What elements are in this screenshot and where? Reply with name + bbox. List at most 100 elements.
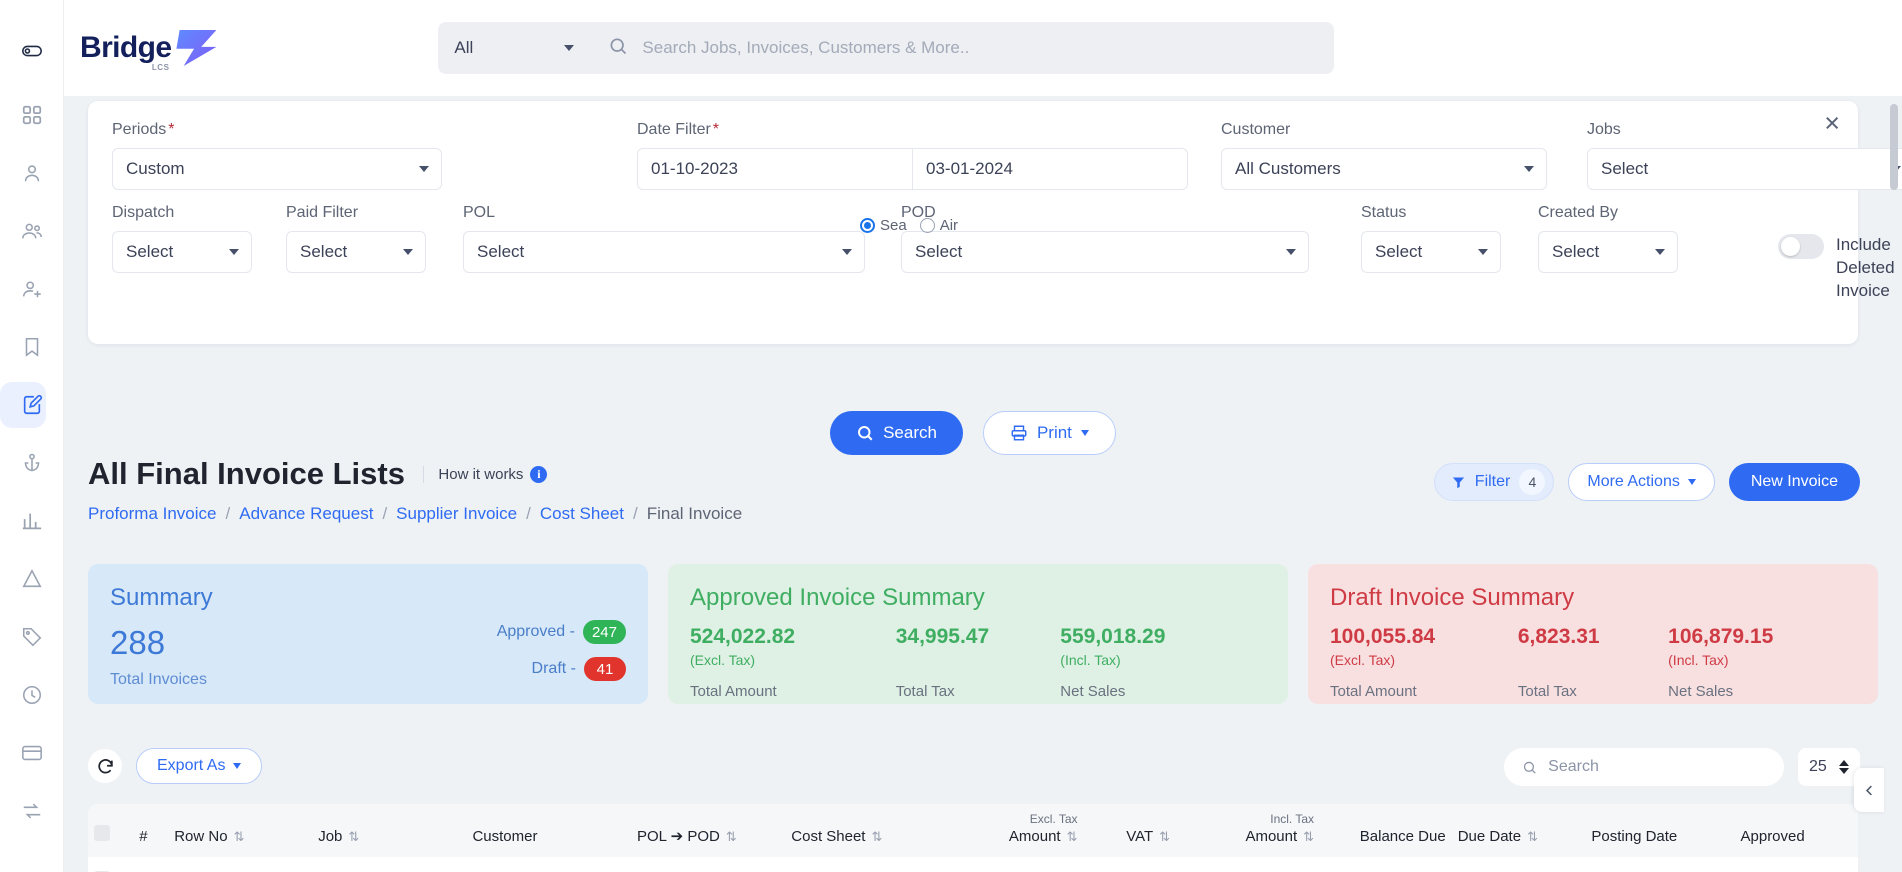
table-toolbar-left: Export As	[88, 748, 263, 784]
sidebar-item-add-user[interactable]	[9, 260, 55, 318]
sidebar-item-bookmarks[interactable]	[9, 318, 55, 376]
approved-net-sales-value: 559,018.29	[1060, 625, 1166, 648]
col-index: #	[133, 804, 169, 857]
pod-value: Select	[915, 242, 963, 261]
date-from-input[interactable]: 01-10-2023	[637, 148, 913, 190]
breadcrumb-advance-request[interactable]: Advance Request	[239, 504, 373, 523]
col-amount-incl-tax[interactable]: Incl. Tax Amount ⇅	[1176, 804, 1321, 857]
customer-value: All Customers	[1235, 159, 1341, 178]
col-pol-pod[interactable]: POL ➔ POD ⇅	[631, 804, 786, 857]
approved-total-amount-label: Total Amount	[690, 683, 777, 701]
global-search-input[interactable]	[642, 38, 1317, 58]
more-actions-button[interactable]: More Actions	[1568, 463, 1715, 501]
col-row-no[interactable]: Row No ⇅	[168, 804, 313, 857]
approved-net-sales-metric: 559,018.29 (Incl. Tax) Net Sales	[1060, 624, 1266, 700]
refresh-icon	[97, 758, 113, 773]
status-select[interactable]: Select	[1361, 231, 1501, 273]
sort-icon: ⇅	[348, 829, 360, 844]
export-as-button[interactable]: Export As	[136, 748, 263, 784]
select-all-checkbox[interactable]	[94, 825, 110, 841]
pol-value: Select	[477, 242, 525, 261]
more-actions-label: More Actions	[1587, 473, 1680, 490]
breadcrumb-proforma-invoice[interactable]: Proforma Invoice	[88, 504, 217, 523]
radio-sea-label: Sea	[880, 217, 907, 234]
draft-total-amount-value: 100,055.84	[1330, 625, 1436, 648]
date-to-input[interactable]: 03-01-2024	[913, 148, 1188, 190]
date-from-value: 01-10-2023	[651, 159, 738, 178]
jobs-select[interactable]: Select	[1587, 148, 1902, 190]
customer-select[interactable]: All Customers	[1221, 148, 1547, 190]
sort-icon: ⇅	[1159, 829, 1171, 844]
stepper-icon	[1839, 760, 1849, 774]
sidebar-item-tags[interactable]	[9, 608, 55, 666]
pod-select[interactable]: Select	[901, 231, 1309, 273]
sort-icon: ⇅	[1066, 829, 1078, 844]
col-vat[interactable]: VAT ⇅	[1083, 804, 1177, 857]
pol-label: POL	[463, 204, 496, 221]
chevron-down-icon	[1687, 479, 1696, 485]
col-amount-excl-tax[interactable]: Excl. Tax Amount ⇅	[939, 804, 1084, 857]
job-cell: OVA240009 Other Value Added	[312, 857, 466, 872]
scrollbar-thumb[interactable]	[1890, 104, 1898, 190]
created-by-select[interactable]: Select	[1538, 231, 1678, 273]
sidebar-item-transfers[interactable]	[9, 782, 55, 840]
col-job[interactable]: Job ⇅	[312, 804, 467, 857]
how-it-works[interactable]: How it works i	[423, 465, 548, 483]
sidebar-item-customers[interactable]	[9, 202, 55, 260]
draft-count-badge: 41	[584, 657, 626, 681]
print-button[interactable]: Print	[982, 411, 1116, 455]
sidebar-item-profile[interactable]	[9, 144, 55, 202]
dispatch-label: Dispatch	[112, 204, 175, 221]
logo-word: Bridge	[80, 31, 172, 64]
approved-summary-title: Approved Invoice Summary	[690, 584, 985, 611]
new-invoice-button[interactable]: New Invoice	[1728, 463, 1860, 501]
pol-select[interactable]: Select	[463, 231, 865, 273]
table-search-input[interactable]	[1548, 758, 1766, 776]
sidebar-item-invoices[interactable]	[0, 376, 55, 434]
sidebar-item-dashboard[interactable]	[9, 86, 55, 144]
row-no-cell: DR0301242407 DRAFT	[168, 857, 312, 872]
sidebar-item-alerts[interactable]	[9, 550, 55, 608]
chevron-down-icon	[1080, 430, 1089, 436]
page-scrollbar[interactable]	[1889, 104, 1899, 872]
col-due-date[interactable]: Due Date ⇅	[1451, 804, 1586, 857]
filter-chip-button[interactable]: Filter 4	[1433, 463, 1555, 501]
radio-sea[interactable]	[860, 218, 875, 233]
sidebar-item-reports[interactable]	[9, 492, 55, 550]
transport-mode-radio-group: Sea Air	[860, 217, 966, 234]
sidebar-item-shipments[interactable]	[9, 434, 55, 492]
chevron-left-icon	[1865, 785, 1872, 795]
sidebar-item-history[interactable]	[9, 666, 55, 724]
include-deleted-toggle[interactable]	[1778, 234, 1824, 259]
due-date-cell: 03-01-2024 9 hours after	[1452, 857, 1586, 872]
paid-filter-select[interactable]: Select	[286, 231, 426, 273]
draft-total-tax-metric: 6,823.31 Total Tax	[1518, 624, 1668, 700]
radio-air[interactable]	[919, 218, 935, 233]
page-size-select[interactable]: 25	[1798, 748, 1860, 786]
search-scope-dropdown[interactable]: All	[438, 22, 591, 74]
periods-select[interactable]: Custom	[112, 148, 442, 190]
logo-subtext: LCS	[151, 63, 170, 72]
search-button[interactable]: Search	[830, 411, 963, 455]
cost-sheet-cell[interactable]: CS240011	[785, 857, 939, 872]
panel-collapse-toggle[interactable]	[1854, 768, 1884, 812]
breadcrumb-supplier-invoice[interactable]: Supplier Invoice	[396, 504, 517, 523]
toggle-sidebar-icon[interactable]	[9, 28, 55, 74]
col-cost-sheet[interactable]: Cost Sheet ⇅	[785, 804, 940, 857]
chevron-down-icon	[564, 45, 575, 51]
sidebar-item-payments[interactable]	[9, 724, 55, 782]
sort-icon: ⇅	[871, 829, 883, 844]
page-size-value: 25	[1809, 758, 1827, 775]
chevron-down-icon	[1478, 249, 1488, 255]
refresh-button[interactable]	[88, 749, 122, 783]
field-dispatch: Dispatch Select	[112, 204, 252, 273]
dispatch-select[interactable]: Select	[112, 231, 252, 273]
paid-filter-label: Paid Filter	[286, 204, 359, 221]
breadcrumb-cost-sheet[interactable]: Cost Sheet	[540, 504, 624, 523]
app-logo[interactable]: Bridge LCS	[80, 30, 217, 72]
field-jobs: Jobs Select	[1587, 121, 1902, 190]
summary-card: Summary 288 Total Invoices Approved - 24…	[88, 564, 648, 704]
table-row[interactable]: 1 DR0301242407 DRAFT OVA240009 Other Val…	[88, 857, 1858, 872]
sort-icon: ⇅	[1527, 829, 1538, 844]
col-approved: Approved	[1734, 804, 1858, 857]
